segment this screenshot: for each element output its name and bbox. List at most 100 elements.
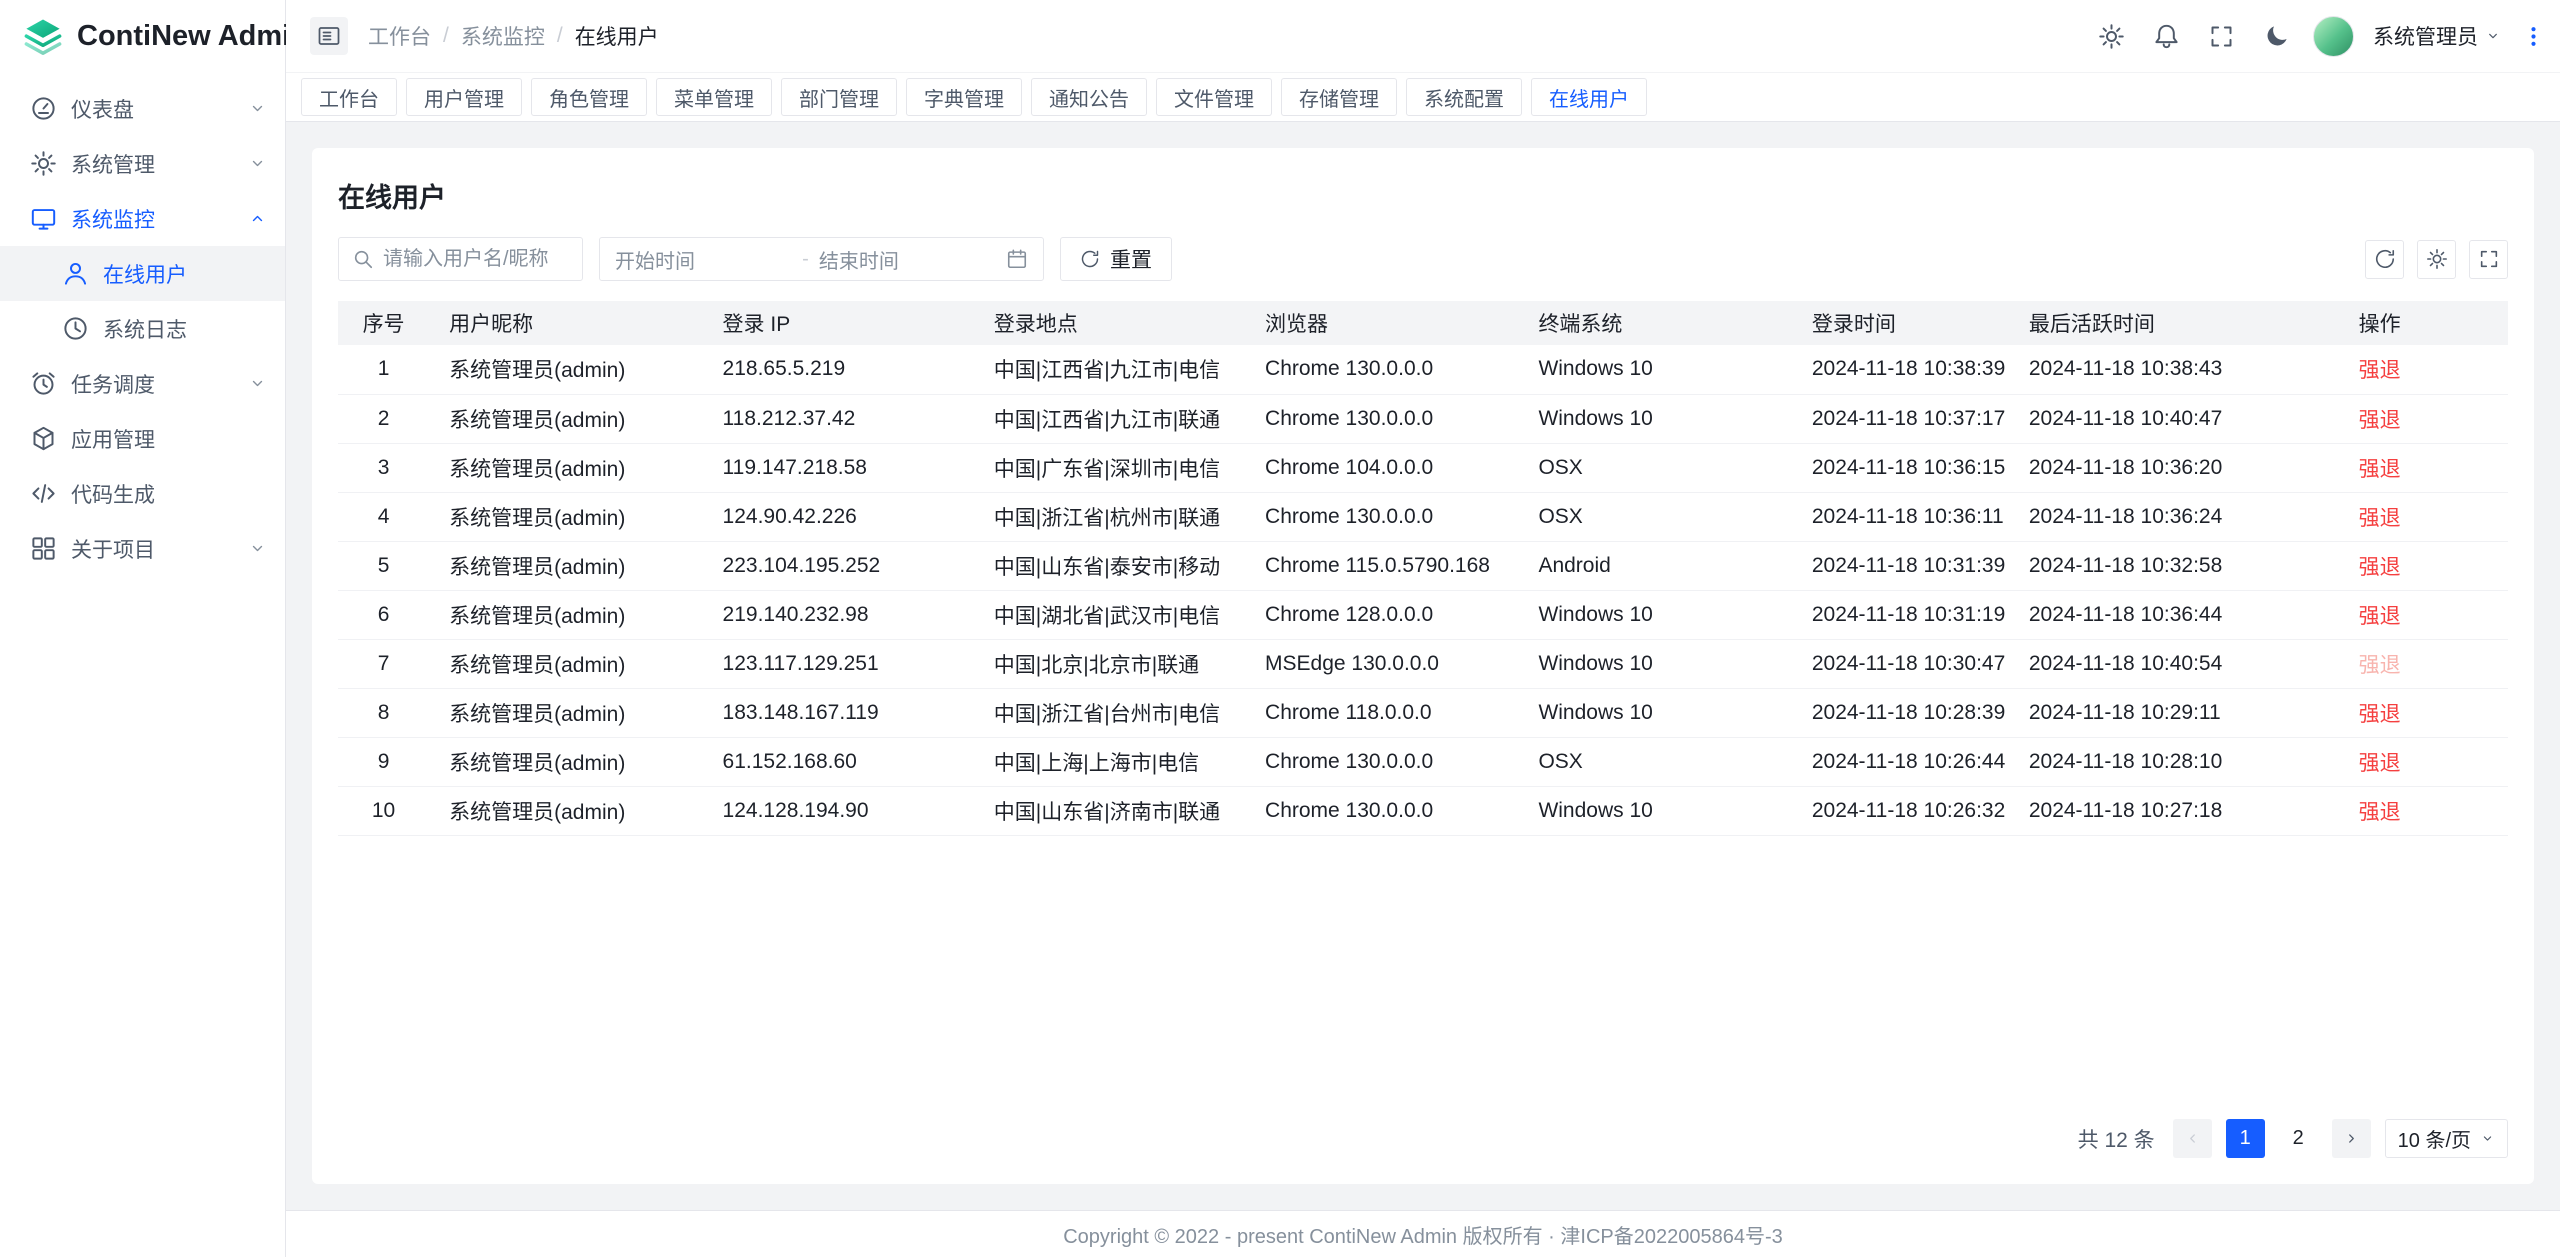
cell-ip: 123.117.129.251 [703,639,974,688]
table-row: 1系统管理员(admin)218.65.5.219中国|江西省|九江市|电信Ch… [338,345,2508,394]
sidebar-item-app-management[interactable]: 应用管理 [0,411,285,466]
table-header-row: 序号用户昵称登录 IP登录地点浏览器终端系统登录时间最后活跃时间操作 [338,301,2508,345]
content-area: 在线用户 开始时间 - 结束时间 重置 [286,122,2560,1210]
cell-action: 强退 [2339,786,2508,835]
page-size-select[interactable]: 10 条/页 [2385,1119,2508,1158]
cell-no: 4 [338,492,429,541]
table-row: 10系统管理员(admin)124.128.194.90中国|山东省|济南市|联… [338,786,2508,835]
cell-last-active: 2024-11-18 10:36:44 [2009,590,2339,639]
cell-last-active: 2024-11-18 10:29:11 [2009,688,2339,737]
sidebar-item-about-project[interactable]: 关于项目 [0,521,285,576]
tab-3[interactable]: 菜单管理 [656,78,772,116]
cell-last-active: 2024-11-18 10:28:10 [2009,737,2339,786]
table-row: 3系统管理员(admin)119.147.218.58中国|广东省|深圳市|电信… [338,443,2508,492]
user-icon [62,260,89,287]
force-logout-link[interactable]: 强退 [2359,752,2401,775]
settings-icon[interactable] [2093,18,2129,54]
user-menu[interactable]: 系统管理员 [2373,21,2501,51]
page-button-1[interactable]: 1 [2226,1119,2265,1158]
column-header-0: 序号 [338,301,429,345]
dashboard-icon [30,95,57,122]
breadcrumb-separator: / [443,24,449,48]
footer: Copyright © 2022 - present ContiNew Admi… [286,1210,2560,1257]
prev-page-button[interactable] [2173,1119,2212,1158]
sidebar-item-system-management[interactable]: 系统管理 [0,136,285,191]
force-logout-link[interactable]: 强退 [2359,654,2401,677]
sidebar-item-label: 代码生成 [71,479,267,509]
notifications-bell-icon[interactable] [2148,18,2184,54]
tab-10[interactable]: 在线用户 [1531,78,1647,116]
force-logout-link[interactable]: 强退 [2359,703,2401,726]
breadcrumb-item-1[interactable]: 系统监控 [461,21,545,51]
collapse-sidebar-button[interactable] [310,17,348,55]
sidebar-item-task-schedule[interactable]: 任务调度 [0,356,285,411]
table-row: 8系统管理员(admin)183.148.167.119中国|浙江省|台州市|电… [338,688,2508,737]
breadcrumb-item-2[interactable]: 在线用户 [575,21,659,51]
cell-nickname: 系统管理员(admin) [429,443,702,492]
date-range-picker[interactable]: 开始时间 - 结束时间 [599,237,1044,281]
cell-os: Android [1518,541,1791,590]
app-layout: ContiNew Admin 仪表盘系统管理系统监控在线用户系统日志任务调度应用… [0,0,2560,1257]
page-button-2[interactable]: 2 [2279,1119,2318,1158]
cell-ip: 219.140.232.98 [703,590,974,639]
force-logout-link[interactable]: 强退 [2359,409,2401,432]
avatar[interactable] [2313,16,2354,57]
force-logout-link[interactable]: 强退 [2359,359,2401,382]
tab-0[interactable]: 工作台 [301,78,397,116]
column-header-6: 登录时间 [1792,301,2009,345]
sidebar-item-system-monitor[interactable]: 系统监控 [0,191,285,246]
search-input[interactable] [383,248,569,271]
next-page-button[interactable] [2332,1119,2371,1158]
sidebar-subitem-system-log[interactable]: 系统日志 [0,301,285,356]
cell-ip: 124.128.194.90 [703,786,974,835]
sidebar-item-dashboard[interactable]: 仪表盘 [0,81,285,136]
cell-login-time: 2024-11-18 10:26:44 [1792,737,2009,786]
cell-action: 强退 [2339,345,2508,394]
cell-os: Windows 10 [1518,345,1791,394]
tab-6[interactable]: 通知公告 [1031,78,1147,116]
tab-4[interactable]: 部门管理 [781,78,897,116]
sidebar-menu: 仪表盘系统管理系统监控在线用户系统日志任务调度应用管理代码生成关于项目 [0,73,285,576]
reset-button[interactable]: 重置 [1060,237,1172,281]
tab-bar: 工作台用户管理角色管理菜单管理部门管理字典管理通知公告文件管理存储管理系统配置在… [286,73,2560,122]
cell-action: 强退 [2339,639,2508,688]
cell-action: 强退 [2339,541,2508,590]
breadcrumb-item-0[interactable]: 工作台 [368,21,431,51]
tab-7[interactable]: 文件管理 [1156,78,1272,116]
sidebar-subitem-online-user[interactable]: 在线用户 [0,246,285,301]
force-logout-link[interactable]: 强退 [2359,801,2401,824]
cell-last-active: 2024-11-18 10:36:20 [2009,443,2339,492]
chevron-right-icon [2343,1130,2360,1147]
dark-mode-moon-icon[interactable] [2258,18,2294,54]
logo: ContiNew Admin [0,0,285,73]
clock-icon [30,370,57,397]
table-refresh-icon[interactable] [2365,240,2404,279]
column-header-5: 终端系统 [1518,301,1791,345]
tab-9[interactable]: 系统配置 [1406,78,1522,116]
cell-browser: Chrome 130.0.0.0 [1245,786,1518,835]
chevron-down-icon [2480,1131,2495,1146]
column-header-4: 浏览器 [1245,301,1518,345]
column-settings-icon[interactable] [2417,240,2456,279]
cell-ip: 124.90.42.226 [703,492,974,541]
sidebar-item-code-generation[interactable]: 代码生成 [0,466,285,521]
tab-8[interactable]: 存储管理 [1281,78,1397,116]
table-fullscreen-icon[interactable] [2469,240,2508,279]
tab-5[interactable]: 字典管理 [906,78,1022,116]
cell-nickname: 系统管理员(admin) [429,394,702,443]
cell-location: 中国|江西省|九江市|电信 [974,345,1245,394]
tab-1[interactable]: 用户管理 [406,78,522,116]
cell-location: 中国|江西省|九江市|联通 [974,394,1245,443]
force-logout-link[interactable]: 强退 [2359,556,2401,579]
tab-2[interactable]: 角色管理 [531,78,647,116]
cell-no: 7 [338,639,429,688]
force-logout-link[interactable]: 强退 [2359,605,2401,628]
force-logout-link[interactable]: 强退 [2359,507,2401,530]
cell-location: 中国|山东省|泰安市|移动 [974,541,1245,590]
force-logout-link[interactable]: 强退 [2359,458,2401,481]
fullscreen-icon[interactable] [2203,18,2239,54]
more-vertical-icon[interactable] [2520,18,2546,54]
cell-login-time: 2024-11-18 10:37:17 [1792,394,2009,443]
cell-nickname: 系统管理员(admin) [429,590,702,639]
cell-nickname: 系统管理员(admin) [429,492,702,541]
